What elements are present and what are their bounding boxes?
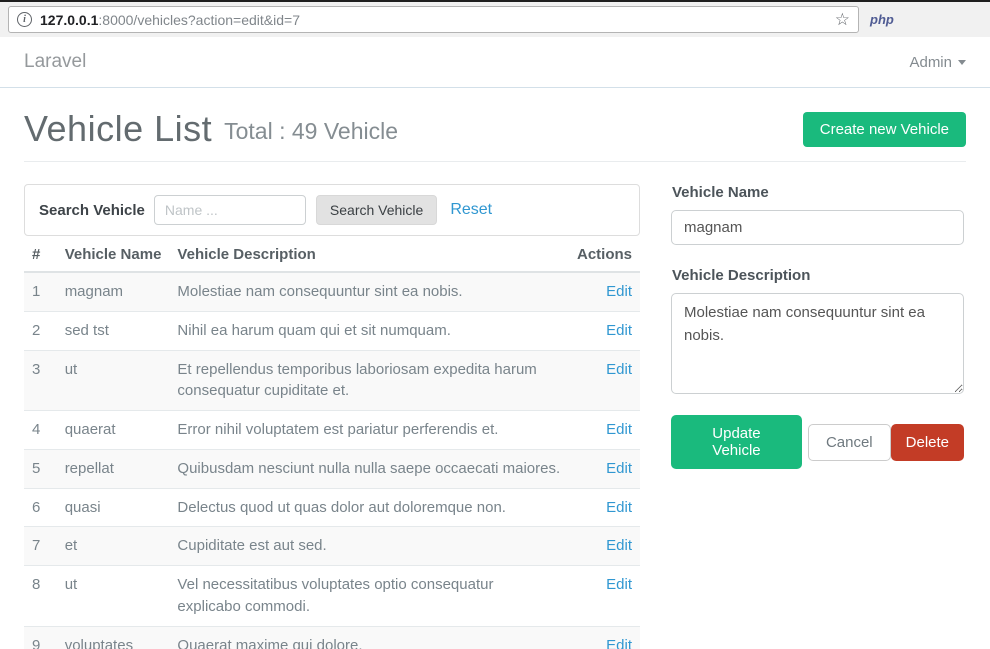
search-panel: Search Vehicle Search Vehicle Reset [24, 184, 640, 236]
php-extension-badge[interactable]: php [870, 12, 894, 27]
update-vehicle-button[interactable]: Update Vehicle [671, 415, 802, 469]
vehicle-description-cell: Error nihil voluptatem est pariatur perf… [169, 411, 569, 450]
vehicle-description-cell: Et repellendus temporibus laboriosam exp… [169, 350, 569, 411]
search-button[interactable]: Search Vehicle [316, 195, 437, 225]
chevron-down-icon [958, 60, 966, 65]
row-number: 6 [24, 488, 57, 527]
vehicle-name-cell: et [57, 527, 170, 566]
column-header-name: Vehicle Name [57, 238, 170, 272]
vehicle-name-label: Vehicle Name [672, 184, 964, 201]
vehicle-name-cell: ut [57, 350, 170, 411]
row-number: 1 [24, 272, 57, 311]
vehicle-name-field[interactable] [671, 210, 964, 245]
search-input[interactable] [154, 195, 306, 225]
edit-link[interactable]: Edit [606, 576, 632, 593]
vehicle-name-cell: magnam [57, 272, 170, 311]
column-header-actions: Actions [569, 238, 640, 272]
vehicle-name-cell: sed tst [57, 311, 170, 350]
vehicle-name-cell: quasi [57, 488, 170, 527]
edit-link[interactable]: Edit [606, 361, 632, 378]
edit-link[interactable]: Edit [606, 322, 632, 339]
row-number: 4 [24, 411, 57, 450]
vehicle-table-body: 1 magnam Molestiae nam consequuntur sint… [24, 272, 640, 649]
table-row: 3 ut Et repellendus temporibus laboriosa… [24, 350, 640, 411]
table-row: 7 et Cupiditate est aut sed. Edit [24, 527, 640, 566]
vehicle-description-cell: Quaerat maxime qui dolore. [169, 626, 569, 649]
table-row: 1 magnam Molestiae nam consequuntur sint… [24, 272, 640, 311]
edit-link[interactable]: Edit [606, 499, 632, 516]
navbar: Laravel Admin [0, 37, 990, 88]
column-header-num: # [24, 238, 57, 272]
cancel-button[interactable]: Cancel [808, 424, 891, 461]
table-header-row: # Vehicle Name Vehicle Description Actio… [24, 238, 640, 272]
table-row: 2 sed tst Nihil ea harum quam qui et sit… [24, 311, 640, 350]
page-info-icon[interactable]: i [17, 12, 32, 27]
vehicle-description-field[interactable]: Molestiae nam consequuntur sint ea nobis… [671, 293, 964, 394]
url-path: :8000/vehicles?action=edit&id=7 [98, 12, 300, 28]
admin-dropdown-label: Admin [909, 54, 952, 71]
column-header-description: Vehicle Description [169, 238, 569, 272]
row-number: 3 [24, 350, 57, 411]
vehicle-description-cell: Molestiae nam consequuntur sint ea nobis… [169, 272, 569, 311]
vehicle-description-cell: Vel necessitatibus voluptates optio cons… [169, 566, 569, 627]
row-number: 2 [24, 311, 57, 350]
table-row: 8 ut Vel necessitatibus voluptates optio… [24, 566, 640, 627]
row-number: 7 [24, 527, 57, 566]
table-row: 6 quasi Delectus quod ut quas dolor aut … [24, 488, 640, 527]
edit-link[interactable]: Edit [606, 537, 632, 554]
url-host: 127.0.0.1 [40, 12, 98, 28]
vehicle-description-cell: Quibusdam nesciunt nulla nulla saepe occ… [169, 449, 569, 488]
table-row: 4 quaerat Error nihil voluptatem est par… [24, 411, 640, 450]
page-title: Vehicle List [24, 110, 212, 148]
vehicle-name-cell: ut [57, 566, 170, 627]
total-count-label: Total : 49 Vehicle [224, 118, 398, 148]
browser-chrome: i 127.0.0.1:8000/vehicles?action=edit&id… [0, 0, 990, 37]
table-row: 5 repellat Quibusdam nesciunt nulla null… [24, 449, 640, 488]
edit-link[interactable]: Edit [606, 460, 632, 477]
admin-dropdown[interactable]: Admin [909, 54, 966, 71]
table-row: 9 voluptates Quaerat maxime qui dolore. … [24, 626, 640, 649]
edit-vehicle-form: Vehicle Name Vehicle Description Molesti… [671, 184, 964, 469]
bookmark-star-icon[interactable]: ☆ [835, 11, 850, 28]
reset-link[interactable]: Reset [450, 201, 492, 219]
edit-link[interactable]: Edit [606, 421, 632, 438]
vehicle-name-cell: quaerat [57, 411, 170, 450]
create-new-vehicle-button[interactable]: Create new Vehicle [803, 112, 966, 147]
search-label: Search Vehicle [39, 202, 145, 219]
vehicle-description-cell: Delectus quod ut quas dolor aut doloremq… [169, 488, 569, 527]
vehicle-description-cell: Nihil ea harum quam qui et sit numquam. [169, 311, 569, 350]
brand-laravel[interactable]: Laravel [24, 51, 86, 73]
delete-button[interactable]: Delete [891, 424, 964, 461]
vehicle-name-cell: repellat [57, 449, 170, 488]
vehicle-description-label: Vehicle Description [672, 267, 964, 284]
row-number: 9 [24, 626, 57, 649]
row-number: 5 [24, 449, 57, 488]
vehicle-table: # Vehicle Name Vehicle Description Actio… [24, 238, 640, 649]
vehicle-name-cell: voluptates [57, 626, 170, 649]
edit-link[interactable]: Edit [606, 637, 632, 649]
divider [24, 161, 966, 162]
edit-link[interactable]: Edit [606, 283, 632, 300]
address-bar[interactable]: i 127.0.0.1:8000/vehicles?action=edit&id… [8, 6, 859, 33]
vehicle-description-cell: Cupiditate est aut sed. [169, 527, 569, 566]
url-text: 127.0.0.1:8000/vehicles?action=edit&id=7 [40, 12, 827, 28]
page-header: Vehicle List Total : 49 Vehicle Create n… [24, 110, 966, 148]
row-number: 8 [24, 566, 57, 627]
